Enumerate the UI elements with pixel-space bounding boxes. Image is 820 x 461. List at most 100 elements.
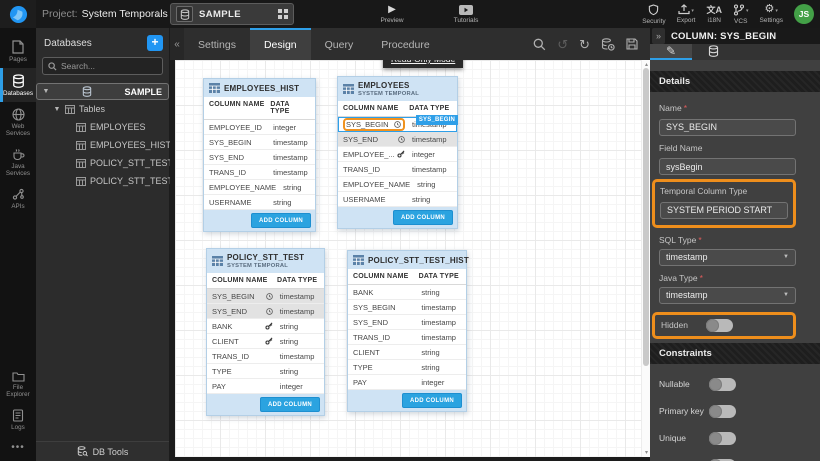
- tree-node-table[interactable]: POLICY_STT_TEST_HIST: [36, 172, 169, 190]
- tab-sample[interactable]: SAMPLE: [170, 3, 294, 25]
- diagram-table-employees-hist[interactable]: EMPLOYEES_HIST COLUMN NAME DATA TYPE EMP…: [203, 78, 316, 232]
- java-type-select[interactable]: timestamp▼: [659, 287, 796, 304]
- sidebar-item-pages[interactable]: Pages: [0, 34, 36, 68]
- sidebar-item-file-explorer[interactable]: File Explorer: [0, 365, 36, 403]
- tab-edit[interactable]: ✎: [650, 44, 692, 60]
- table-row-selected[interactable]: SYS_BEGIN timestamp SYS_BEGIN: [338, 117, 457, 132]
- table-row[interactable]: SYS_BEGIN timestamp: [207, 289, 324, 304]
- table-title: POLICY_STT_TEST: [227, 253, 304, 262]
- db-tools-button[interactable]: DB Tools: [36, 441, 169, 461]
- tab-procedure[interactable]: Procedure: [367, 28, 443, 60]
- primary-key-toggle[interactable]: [709, 405, 736, 418]
- preview-button[interactable]: ▶ Preview: [376, 0, 408, 28]
- export-button[interactable]: ▾ Export: [677, 0, 696, 28]
- hidden-toggle[interactable]: [706, 319, 733, 332]
- security-button[interactable]: Security: [642, 0, 665, 28]
- table-row[interactable]: TRANS_IDtimestamp: [207, 349, 324, 364]
- tree-node-tables[interactable]: ▼ Tables: [36, 100, 169, 118]
- tree-node-table[interactable]: EMPLOYEES_HIST: [36, 136, 169, 154]
- db-snapshot-icon[interactable]: [601, 38, 615, 51]
- design-canvas[interactable]: Read-Only Mode EMPLOYEES_HIST COLUMN NAM…: [175, 60, 650, 457]
- save-icon[interactable]: [626, 38, 638, 50]
- table-row[interactable]: CLIENT string: [207, 334, 324, 349]
- add-column-button[interactable]: ADD COLUMN: [402, 393, 462, 408]
- sql-type-select[interactable]: timestamp▼: [659, 249, 796, 266]
- table-row[interactable]: TYPEstring: [207, 364, 324, 379]
- java-type-label: Java Type*: [659, 273, 796, 283]
- table-row[interactable]: SYS_BEGINtimestamp: [204, 135, 315, 150]
- i18n-button[interactable]: 文A i18N: [706, 0, 722, 28]
- scroll-down-icon[interactable]: ▾: [642, 449, 650, 456]
- field-name-field[interactable]: [659, 158, 796, 175]
- table-row[interactable]: EMPLOYEE_... integer: [338, 147, 457, 162]
- caret-down-icon[interactable]: ▼: [53, 106, 61, 113]
- add-column-button[interactable]: ADD COLUMN: [251, 213, 311, 228]
- tab-data[interactable]: [692, 44, 734, 60]
- tab-query[interactable]: Query: [311, 28, 368, 60]
- table-row[interactable]: PAYinteger: [348, 375, 466, 390]
- tutorials-button[interactable]: Tutorials: [448, 0, 484, 28]
- sidebar-item-web-services[interactable]: Web Services: [0, 102, 36, 142]
- clock-icon: [266, 293, 273, 300]
- caret-down-icon[interactable]: ▼: [42, 88, 50, 95]
- table-icon: [212, 256, 223, 266]
- table-row[interactable]: USERNAMEstring: [338, 192, 457, 207]
- tab-settings[interactable]: Settings: [184, 28, 250, 60]
- required-marker: *: [684, 103, 687, 113]
- diagram-table-policy-stt-test-hist[interactable]: POLICY_STT_TEST_HIST COLUMN NAME DATA TY…: [347, 250, 467, 412]
- table-row[interactable]: TRANS_IDtimestamp: [348, 330, 466, 345]
- unique-toggle[interactable]: [709, 432, 736, 445]
- search-input[interactable]: [61, 61, 157, 71]
- table-row[interactable]: PAYinteger: [207, 379, 324, 394]
- table-row[interactable]: SYS_END timestamp: [207, 304, 324, 319]
- table-row[interactable]: CLIENTstring: [348, 345, 466, 360]
- sidebar-item-databases[interactable]: Databases: [0, 68, 36, 102]
- add-column-button[interactable]: ADD COLUMN: [260, 397, 320, 412]
- tab-design[interactable]: Design: [250, 28, 311, 60]
- name-field[interactable]: [659, 119, 796, 136]
- collapse-left-panel-icon[interactable]: «: [170, 28, 184, 60]
- table-row[interactable]: TRANS_IDtimestamp: [338, 162, 457, 177]
- app-logo-icon[interactable]: [0, 0, 36, 28]
- search-icon[interactable]: [533, 38, 546, 51]
- table-row[interactable]: BANKstring: [348, 285, 466, 300]
- table-row[interactable]: BANK string: [207, 319, 324, 334]
- tree-node-sample[interactable]: ▼ SAMPLE: [36, 83, 169, 100]
- grid-icon[interactable]: [278, 9, 288, 19]
- diagram-table-policy-stt-test[interactable]: POLICY_STT_TEST SYSTEM TEMPORAL COLUMN N…: [206, 248, 325, 416]
- undo-icon[interactable]: ↺: [557, 38, 568, 51]
- sidebar-item-apis[interactable]: APIs: [0, 182, 36, 215]
- search-box[interactable]: [42, 57, 163, 75]
- table-row[interactable]: SYS_ENDtimestamp: [348, 315, 466, 330]
- redo-icon[interactable]: ↻: [579, 38, 590, 51]
- collapse-right-panel-icon[interactable]: »: [652, 28, 665, 44]
- more-options-icon[interactable]: •••: [0, 436, 36, 461]
- table-row[interactable]: TYPEstring: [348, 360, 466, 375]
- tree-node-table[interactable]: EMPLOYEES: [36, 118, 169, 136]
- settings-button[interactable]: ⚙ ▾ Settings: [760, 0, 784, 28]
- vcs-button[interactable]: ▾ VCS: [733, 0, 749, 28]
- export-icon: [678, 4, 690, 15]
- nullable-toggle[interactable]: [709, 378, 736, 391]
- canvas-vertical-scrollbar[interactable]: ▴ ▾: [641, 60, 650, 457]
- sidebar-item-logs[interactable]: Logs: [0, 403, 36, 436]
- table-row[interactable]: TRANS_IDtimestamp: [204, 165, 315, 180]
- table-row[interactable]: SYS_END timestamp: [338, 132, 457, 147]
- add-column-button[interactable]: ADD COLUMN: [393, 210, 453, 225]
- table-row[interactable]: EMPLOYEE_NAMEstring: [204, 180, 315, 195]
- scroll-up-icon[interactable]: ▴: [642, 61, 650, 68]
- table-row[interactable]: EMPLOYEE_NAMEstring: [338, 177, 457, 192]
- temporal-column-type-field[interactable]: [660, 202, 788, 219]
- add-database-button[interactable]: +: [147, 35, 163, 51]
- diagram-table-employees[interactable]: EMPLOYEES SYSTEM TEMPORAL COLUMN NAME DA…: [337, 76, 458, 229]
- table-row[interactable]: EMPLOYEE_IDinteger: [204, 120, 315, 135]
- annotation-highlight: SYS_BEGIN: [343, 118, 405, 131]
- user-avatar[interactable]: JS: [794, 4, 814, 24]
- tree-node-table[interactable]: POLICY_STT_TEST: [36, 154, 169, 172]
- table-row[interactable]: USERNAMEstring: [204, 195, 315, 210]
- sidebar-item-java-services[interactable]: Java Services: [0, 142, 36, 182]
- table-row[interactable]: SYS_ENDtimestamp: [204, 150, 315, 165]
- scrollbar-thumb[interactable]: [643, 68, 649, 366]
- table-row[interactable]: SYS_BEGINtimestamp: [348, 300, 466, 315]
- top-bar: Project: System Temporals › SAMPLE ▶ Pre…: [0, 0, 820, 28]
